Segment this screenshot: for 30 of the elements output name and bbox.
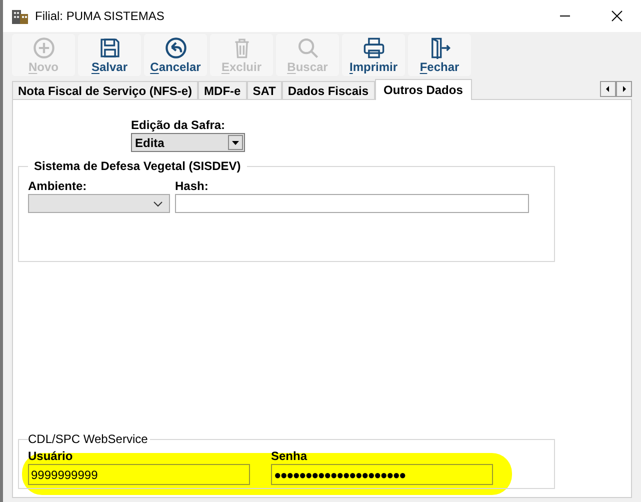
scroll-right-button[interactable] [616,81,632,97]
tab[interactable]: Outros Dados [374,79,472,100]
tab[interactable]: MDF-e [198,81,247,99]
field-label: Edição da Safra: [131,118,226,132]
plus-icon [32,37,54,59]
input-field[interactable] [175,194,529,213]
group-title: Sistema de Defesa Vegetal (SISDEV) [28,159,247,173]
chevron-down-icon [153,200,163,206]
field-label: Ambiente: [28,179,88,193]
toolbar-button[interactable]: Cancelar [144,34,207,76]
field-label: Usuário [28,449,74,463]
scroll-left-button[interactable] [600,81,616,97]
toolbar-button[interactable]: Salvar [78,34,141,76]
building-icon [11,7,29,25]
printer-icon [362,37,384,59]
exit-door-icon [428,37,450,59]
password-field[interactable]: ●●●●●●●●●●●●●●●●●●●●● [271,464,493,485]
field-label: Hash: [175,179,210,193]
window-title: Filial: PUMA SISTEMAS [35,9,164,23]
close-icon[interactable] [611,10,623,22]
toolbar-button[interactable]: Imprimir [342,34,405,76]
search-icon [296,37,318,59]
tab[interactable]: Nota Fiscal de Serviço (NFS-e) [12,81,198,99]
toolbar-button[interactable]: Fechar [408,34,471,76]
dropdown[interactable]: Edita [131,133,245,152]
field-label: Senha [271,449,308,463]
tab[interactable]: SAT [246,81,282,99]
tab[interactable]: Dados Fiscais [282,81,375,99]
group-title: CDL/SPC WebService [28,433,150,445]
username-field[interactable]: 9999999999 [28,464,250,485]
